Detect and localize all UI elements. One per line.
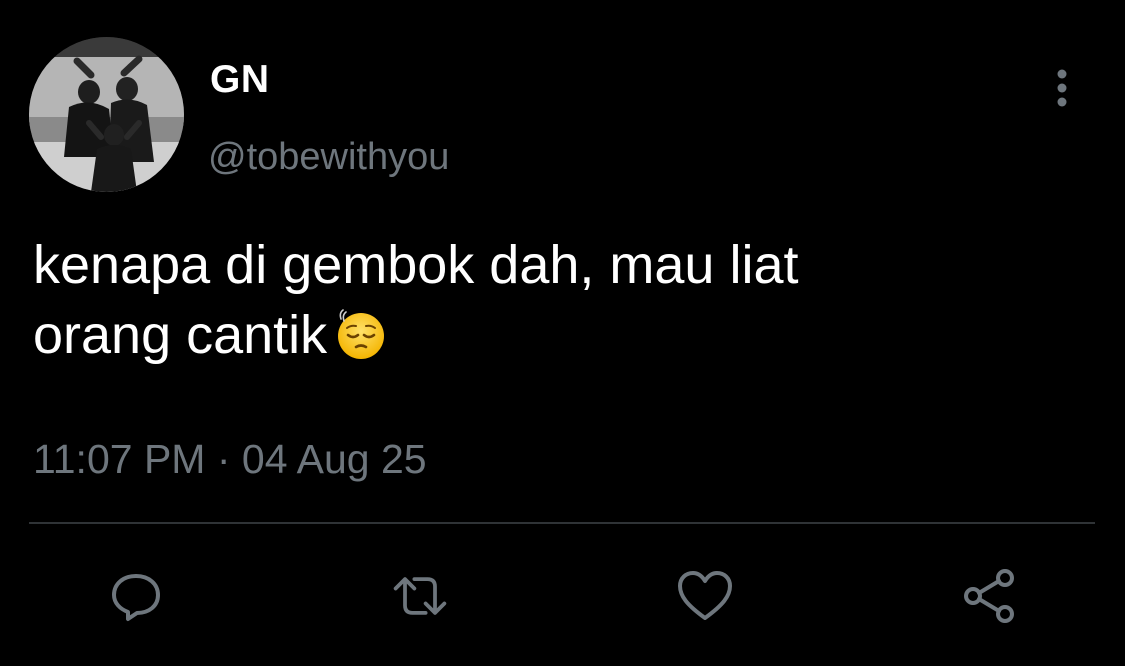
avatar[interactable] [29, 37, 184, 192]
more-options-icon [1057, 69, 1067, 107]
like-button[interactable] [675, 566, 735, 626]
tweet-card: GN @tobewithyou kenapa di gembok dah, ma… [0, 0, 1125, 666]
reply-icon [112, 574, 160, 621]
reply-button[interactable] [106, 566, 166, 626]
tweet-text-line-2: orang cantik [33, 300, 1093, 370]
more-options-button[interactable] [1044, 66, 1080, 110]
tweet-date: 04 Aug 25 [241, 436, 427, 482]
tweet-time: 11:07 PM [33, 436, 206, 482]
pensive-face-emoji [335, 308, 387, 360]
display-name[interactable]: GN [210, 58, 270, 102]
share-icon [964, 569, 1014, 623]
retweet-button[interactable] [390, 566, 450, 626]
heart-icon [678, 571, 732, 620]
tweet-text-line-2-words: orang cantik [33, 305, 328, 365]
avatar-photo [29, 37, 184, 192]
tweet-text-line-1: kenapa di gembok dah, mau liat [33, 235, 799, 295]
share-button[interactable] [960, 566, 1020, 626]
tweet-text: kenapa di gembok dah, mau liat orang can… [33, 230, 1093, 370]
timestamp-separator: · [216, 436, 231, 482]
divider [29, 522, 1095, 524]
tweet-timestamp[interactable]: 11:07 PM · 04 Aug 25 [33, 436, 427, 483]
user-handle[interactable]: @tobewithyou [208, 136, 449, 179]
retweet-icon [393, 577, 447, 615]
